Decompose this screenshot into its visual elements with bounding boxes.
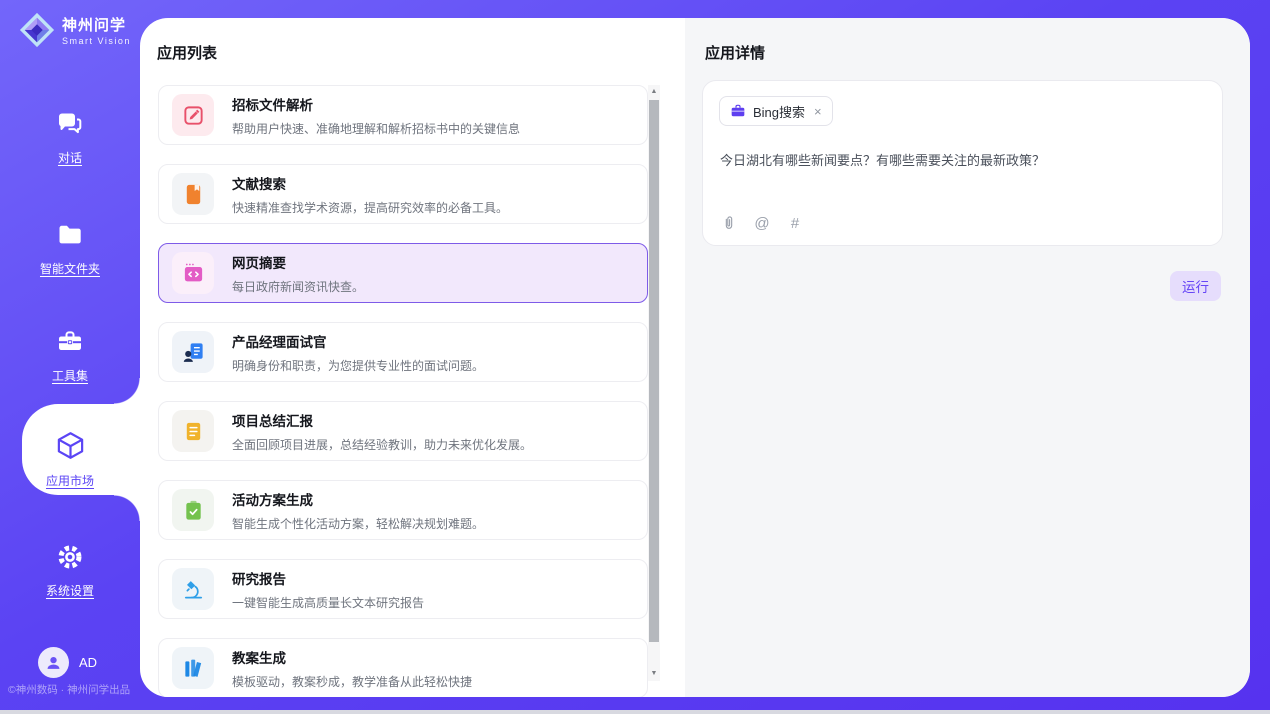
app-description: 智能生成个性化活动方案，轻松解决规划难题。 <box>232 515 484 532</box>
app-name: 网页摘要 <box>232 256 286 271</box>
diamond-logo-icon <box>18 11 56 49</box>
app-description: 模板驱动，教案秒成，教学准备从此轻松快捷 <box>232 673 472 690</box>
run-button[interactable]: 运行 <box>1170 271 1221 301</box>
app-list-scrollbar[interactable]: ▲ ▼ <box>648 85 660 681</box>
app-name: 研究报告 <box>232 572 286 587</box>
app-window: 神州问学 Smart Vision 对话 智能文件夹 工具集 应用市场 系统设置 <box>0 0 1270 714</box>
app-detail-title: 应用详情 <box>705 42 765 63</box>
sidebar-item-chat[interactable]: 对话 <box>0 110 140 166</box>
briefcase-icon <box>730 103 746 119</box>
cube-icon <box>55 430 86 461</box>
clipboard-check-icon <box>172 489 214 531</box>
person-icon <box>44 653 63 672</box>
app-description: 明确身份和职责，为您提供专业性的面试问题。 <box>232 357 484 374</box>
app-name: 文献搜索 <box>232 177 286 192</box>
app-list-title: 应用列表 <box>157 42 217 63</box>
app-list-panel: 应用列表 招标文件解析 帮助用户快速、准确地理解和解析招标书中的关键信息 文献搜… <box>140 18 685 697</box>
bottom-strip <box>0 710 1270 714</box>
prompt-card: Bing搜索 × 今日湖北有哪些新闻要点？有哪些需要关注的最新政策？ @ # <box>702 80 1223 246</box>
app-description: 全面回顾项目进展，总结经验教训，助力未来优化发展。 <box>232 436 532 453</box>
app-name: 产品经理面试官 <box>232 335 327 350</box>
app-description: 一键智能生成高质量长文本研究报告 <box>232 594 424 611</box>
sidebar-item-label: 智能文件夹 <box>0 260 140 277</box>
app-list: 招标文件解析 帮助用户快速、准确地理解和解析招标书中的关键信息 文献搜索 快速精… <box>158 85 648 697</box>
document-icon <box>172 410 214 452</box>
toolbox-icon <box>56 328 84 356</box>
sidebar-item-toolset[interactable]: 工具集 <box>0 328 140 384</box>
main-content: 应用列表 招标文件解析 帮助用户快速、准确地理解和解析招标书中的关键信息 文献搜… <box>140 18 1250 697</box>
app-name: 招标文件解析 <box>232 98 313 113</box>
at-icon[interactable]: @ <box>753 214 771 232</box>
scrollbar-thumb[interactable] <box>649 100 659 642</box>
folder-icon <box>56 221 84 249</box>
gear-icon <box>56 543 84 571</box>
app-list-item[interactable]: 研究报告 一键智能生成高质量长文本研究报告 <box>158 559 648 619</box>
app-list-item[interactable]: 文献搜索 快速精准查找学术资源，提高研究效率的必备工具。 <box>158 164 648 224</box>
app-name: 项目总结汇报 <box>232 414 313 429</box>
scroll-up-button[interactable]: ▲ <box>648 85 660 99</box>
microscope-icon <box>172 568 214 610</box>
sidebar-item-label: 应用市场 <box>0 472 140 489</box>
app-logo: 神州问学 Smart Vision <box>18 11 131 49</box>
interviewer-icon <box>172 331 214 373</box>
books-icon <box>172 647 214 689</box>
app-subtitle: Smart Vision <box>62 36 131 46</box>
sidebar-item-app-market[interactable]: 应用市场 <box>0 430 140 489</box>
sidebar-item-settings[interactable]: 系统设置 <box>0 543 140 599</box>
chat-icon <box>56 110 84 138</box>
app-description: 快速精准查找学术资源，提高研究效率的必备工具。 <box>232 199 508 216</box>
app-list-item[interactable]: 活动方案生成 智能生成个性化活动方案，轻松解决规划难题。 <box>158 480 648 540</box>
app-description: 帮助用户快速、准确地理解和解析招标书中的关键信息 <box>232 120 520 137</box>
app-name: 教案生成 <box>232 651 286 666</box>
sidebar-item-label: 系统设置 <box>0 582 140 599</box>
query-text[interactable]: 今日湖北有哪些新闻要点？有哪些需要关注的最新政策？ <box>720 151 1200 171</box>
user-name: AD <box>79 655 97 670</box>
book-icon <box>172 173 214 215</box>
tool-chip-label: Bing搜索 <box>753 102 805 121</box>
app-detail-panel: 应用详情 Bing搜索 × 今日湖北有哪些新闻要点？有哪些需要关注的最新政策？ … <box>685 18 1250 697</box>
app-description: 每日政府新闻资讯快查。 <box>232 278 364 295</box>
sidebar: 神州问学 Smart Vision 对话 智能文件夹 工具集 应用市场 系统设置 <box>0 0 140 714</box>
browser-code-icon <box>172 252 214 294</box>
app-list-item[interactable]: 教案生成 模板驱动，教案秒成，教学准备从此轻松快捷 <box>158 638 648 697</box>
sidebar-item-smart-folder[interactable]: 智能文件夹 <box>0 221 140 277</box>
app-list-item[interactable]: 网页摘要 每日政府新闻资讯快查。 <box>158 243 648 303</box>
paperclip-icon[interactable] <box>720 214 738 232</box>
tool-chip-bing-search[interactable]: Bing搜索 × <box>719 96 833 126</box>
app-list-item[interactable]: 项目总结汇报 全面回顾项目进展，总结经验教训，助力未来优化发展。 <box>158 401 648 461</box>
app-list-item[interactable]: 产品经理面试官 明确身份和职责，为您提供专业性的面试问题。 <box>158 322 648 382</box>
app-name: 活动方案生成 <box>232 493 313 508</box>
avatar <box>38 647 69 678</box>
scroll-down-button[interactable]: ▼ <box>648 667 660 681</box>
pen-edit-icon <box>172 94 214 136</box>
user-account[interactable]: AD <box>38 647 97 678</box>
copyright-footer: ©神州数码 · 神州问学出品 <box>8 682 130 697</box>
hash-icon[interactable]: # <box>786 214 804 232</box>
app-list-item[interactable]: 招标文件解析 帮助用户快速、准确地理解和解析招标书中的关键信息 <box>158 85 648 145</box>
composer-toolbar: @ # <box>720 214 804 232</box>
app-title: 神州问学 <box>62 17 126 34</box>
chip-close-icon[interactable]: × <box>814 104 822 119</box>
sidebar-item-label: 对话 <box>0 149 140 166</box>
